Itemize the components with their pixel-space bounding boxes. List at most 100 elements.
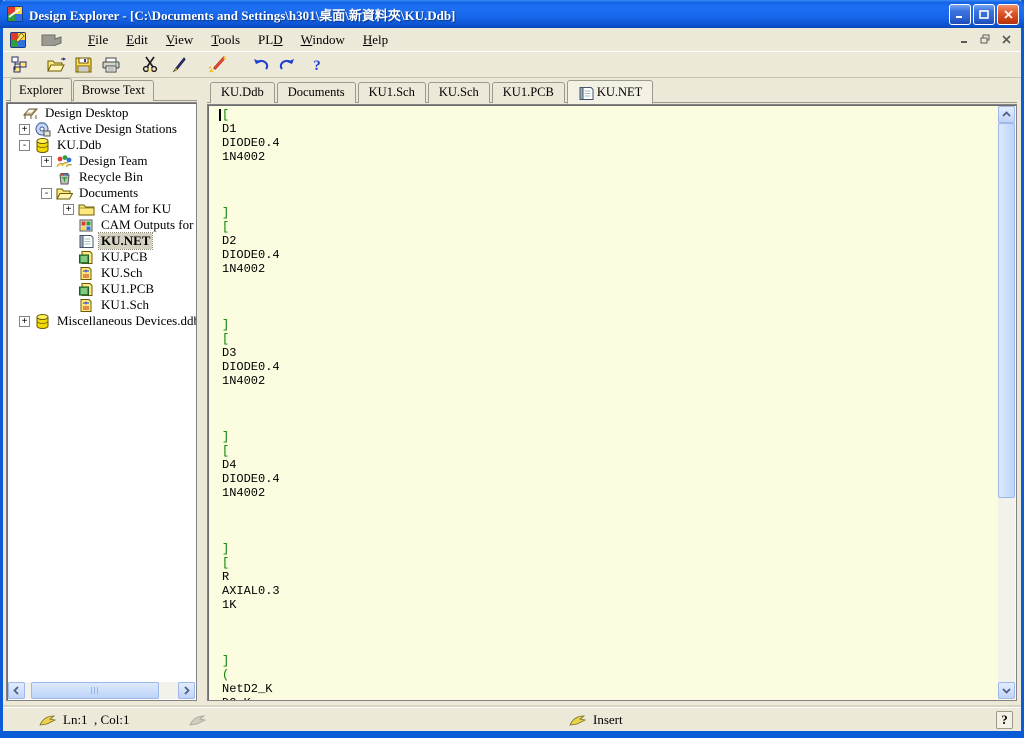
tree-item-label: Documents xyxy=(77,185,140,201)
inactive-pen-icon xyxy=(189,708,207,732)
collapse-icon[interactable]: - xyxy=(41,188,52,199)
tree-item-label: Recycle Bin xyxy=(77,169,145,185)
editor-line xyxy=(222,612,996,626)
tree-horizontal-scrollbar[interactable] xyxy=(8,682,195,699)
editor-line: DIODE0.4 xyxy=(222,472,996,486)
sch-icon xyxy=(78,266,95,281)
pulldown-menu-icon[interactable] xyxy=(35,31,69,49)
folder-open-icon xyxy=(56,186,73,201)
panel-tab-browse-text[interactable]: Browse Text xyxy=(73,80,154,101)
tree-item-label: Design Team xyxy=(77,153,150,169)
menu-pld[interactable]: PLD xyxy=(249,30,292,50)
editor-line: ] xyxy=(222,318,996,332)
document-tab-ku1-pcb[interactable]: KU1.PCB xyxy=(492,82,565,103)
document-tab-ku1-sch[interactable]: KU1.Sch xyxy=(358,82,426,103)
scroll-up-icon[interactable] xyxy=(998,106,1015,123)
open-button[interactable] xyxy=(44,53,69,76)
collapse-icon[interactable]: - xyxy=(19,140,30,151)
wizard-button[interactable] xyxy=(205,53,230,76)
tree-item-cam-for-ku[interactable]: +CAM for KU xyxy=(7,201,196,217)
tree-scroll-thumb[interactable] xyxy=(31,682,159,699)
expand-icon[interactable]: + xyxy=(19,124,30,135)
database-icon xyxy=(34,314,51,329)
document-tab-ku-ddb[interactable]: KU.Ddb xyxy=(210,82,275,103)
scroll-left-icon[interactable] xyxy=(8,682,25,699)
panel-splitter[interactable] xyxy=(197,78,207,703)
editor-line: R xyxy=(222,570,996,584)
tree-item-ku1-pcb[interactable]: KU1.PCB xyxy=(7,281,196,297)
text-cursor xyxy=(219,109,221,121)
tree-item-design-team[interactable]: + Design Team xyxy=(7,153,196,169)
editor-line: ] xyxy=(222,430,996,444)
title-bar: Design Explorer - [C:\Documents and Sett… xyxy=(0,0,1024,28)
menu-window[interactable]: Window xyxy=(292,30,354,50)
print-button[interactable] xyxy=(98,53,123,76)
minimize-button[interactable] xyxy=(949,4,971,25)
cut-button[interactable] xyxy=(137,53,162,76)
menu-edit[interactable]: Edit xyxy=(117,30,157,50)
database-icon xyxy=(34,138,51,153)
netlist-text-editor[interactable]: [D1DIODE0.41N4002][D2DIODE0.41N4002][D3D… xyxy=(222,108,996,700)
editor-line: ( xyxy=(222,668,996,682)
maximize-button[interactable] xyxy=(973,4,995,25)
tree-item-design-desktop[interactable]: Design Desktop xyxy=(7,105,196,121)
app-icon xyxy=(6,5,24,23)
document-icon xyxy=(9,31,27,49)
editor-line: D2 xyxy=(222,234,996,248)
explorer-tree: Design Desktop+Active Design Stations-KU… xyxy=(7,105,196,682)
editor-line xyxy=(222,388,996,402)
expand-icon[interactable]: + xyxy=(41,156,52,167)
mdi-minimize-icon[interactable] xyxy=(955,31,973,47)
tree-item-label: KU1.Sch xyxy=(99,297,151,313)
document-tab-ku-sch[interactable]: KU.Sch xyxy=(428,82,490,103)
redo-button[interactable] xyxy=(275,53,300,76)
tree-item-cam-outputs-for-ku[interactable]: CAM Outputs for KU xyxy=(7,217,196,233)
netlist-icon xyxy=(78,234,95,249)
tree-item-label: KU.PCB xyxy=(99,249,150,265)
menu-help[interactable]: Help xyxy=(354,30,397,50)
tree-item-ku1-sch[interactable]: KU1.Sch xyxy=(7,297,196,313)
pcb-icon xyxy=(78,282,95,297)
document-tab-label: KU1.PCB xyxy=(503,85,554,100)
menu-view[interactable]: View xyxy=(157,30,202,50)
menu-file[interactable]: File xyxy=(79,30,117,50)
tree-scroll-track[interactable] xyxy=(159,682,178,699)
menu-tools[interactable]: Tools xyxy=(202,30,249,50)
mdi-close-icon[interactable] xyxy=(997,31,1015,47)
editor-scroll-thumb[interactable] xyxy=(998,123,1015,498)
close-button[interactable] xyxy=(997,4,1019,25)
scroll-right-icon[interactable] xyxy=(178,682,195,699)
tree-item-active-design-stations[interactable]: +Active Design Stations xyxy=(7,121,196,137)
document-tab-ku-net[interactable]: KU.NET xyxy=(567,80,653,104)
expand-icon[interactable]: + xyxy=(19,316,30,327)
folder-icon xyxy=(78,202,95,217)
editor-vertical-scrollbar[interactable] xyxy=(998,106,1015,699)
editor-line: D2-K xyxy=(222,696,996,701)
tree-item-documents[interactable]: - Documents xyxy=(7,185,196,201)
tree-item-label: KU.NET xyxy=(99,233,152,249)
team-icon xyxy=(56,154,73,169)
document-tab-documents[interactable]: Documents xyxy=(277,82,356,103)
design-manager-toggle-button[interactable] xyxy=(7,53,32,76)
help-button[interactable]: ? xyxy=(304,53,329,76)
panel-tab-explorer[interactable]: Explorer xyxy=(10,78,72,102)
paste-button[interactable] xyxy=(166,53,191,76)
tree-item-label: KU.Sch xyxy=(99,265,145,281)
tree-item-ku-pcb[interactable]: KU.PCB xyxy=(7,249,196,265)
save-button[interactable] xyxy=(71,53,96,76)
pen-arrow-icon xyxy=(569,714,587,726)
mdi-restore-icon[interactable] xyxy=(976,31,994,47)
expand-icon[interactable]: + xyxy=(63,204,74,215)
undo-button[interactable] xyxy=(248,53,273,76)
pen-arrow-icon xyxy=(39,714,57,726)
help-status-button[interactable]: ? xyxy=(996,711,1013,729)
tree-item-ku-ddb[interactable]: -KU.Ddb xyxy=(7,137,196,153)
tree-item-ku-net[interactable]: KU.NET xyxy=(7,233,196,249)
tree-item-recycle-bin[interactable]: Recycle Bin xyxy=(7,169,196,185)
tree-item-ku-sch[interactable]: KU.Sch xyxy=(7,265,196,281)
editor-line xyxy=(222,276,996,290)
scroll-down-icon[interactable] xyxy=(998,682,1015,699)
editor-line: [ xyxy=(222,444,996,458)
tree-item-miscellaneous-devices-ddb[interactable]: +Miscellaneous Devices.ddb xyxy=(7,313,196,329)
editor-scroll-track[interactable] xyxy=(998,498,1015,682)
